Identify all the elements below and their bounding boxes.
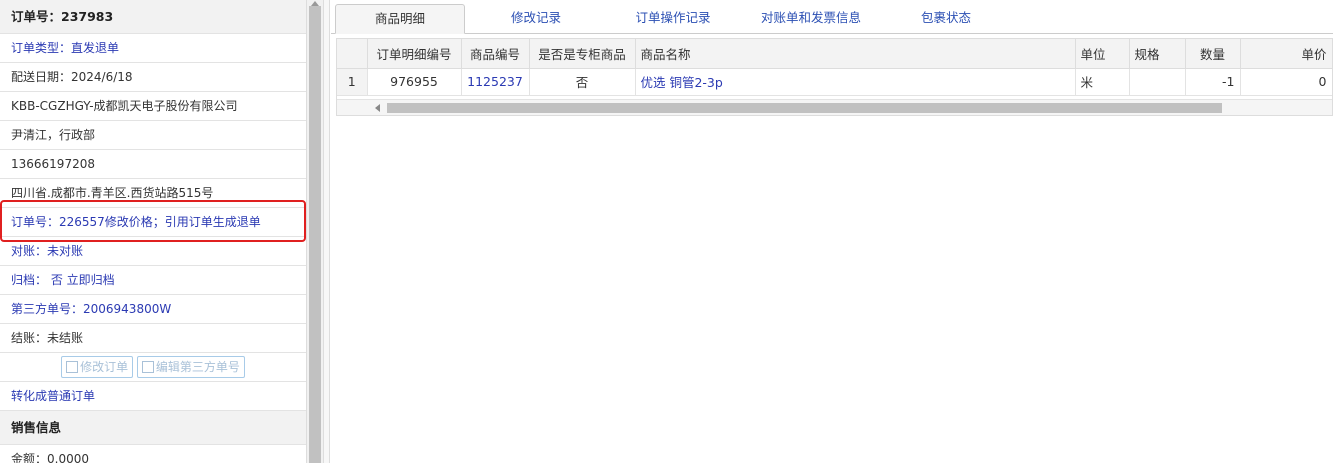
action-buttons: 修改订单 编辑第三方单号 [0, 353, 306, 382]
column-header[interactable]: 商品编号 [461, 39, 530, 69]
is-counter-cell: 否 [529, 68, 636, 96]
customer-name: KBB-CGZHGY-成都凯天电子股份有限公司 [0, 92, 306, 121]
tab-product-details[interactable]: 商品明细 [335, 4, 465, 34]
scrollbar-thumb[interactable] [309, 6, 321, 463]
row-number: 1 [337, 68, 368, 96]
edit-order-button[interactable]: 修改订单 [61, 356, 134, 378]
edit-order-button-label: 修改订单 [80, 360, 129, 374]
third-party-number: 第三方单号：2006943800W [0, 295, 306, 324]
order-type-label: 订单类型： [11, 41, 72, 55]
table-row[interactable]: 1 976955 1125237 否 优选 铜管2-3p 米 -1 0 [337, 68, 1332, 96]
order-type: 订单类型：直发退单 [0, 34, 306, 63]
convert-to-normal-order-link[interactable]: 转化成普通订单 [0, 382, 306, 411]
column-header[interactable]: 数量 [1185, 39, 1241, 69]
vertical-scrollbar[interactable] [307, 0, 323, 463]
horizontal-scrollbar-thumb[interactable] [387, 103, 1222, 113]
product-detail-grid: 订单明细编号 商品编号 是否是专柜商品 商品名称 单位 规格 数量 单价 1 9… [336, 38, 1333, 116]
archive-status[interactable]: 归档： 否 立即归档 [0, 266, 306, 295]
detail-panel: 商品明细 修改记录 订单操作记录 对账单和发票信息 包裹状态 订单明细编号 商品… [331, 0, 1333, 463]
price-cell: 0 [1240, 68, 1332, 96]
detail-no-cell: 976955 [367, 68, 462, 96]
row-number-header [337, 39, 368, 69]
delivery-address: 四川省.成都市.青羊区.西货站路515号 [0, 179, 306, 208]
sales-info-title: 销售信息 [0, 411, 306, 445]
panel-splitter[interactable] [323, 0, 330, 463]
tab-package-status[interactable]: 包裹状态 [896, 4, 996, 34]
tab-modify-records[interactable]: 修改记录 [476, 4, 596, 34]
column-header[interactable]: 单位 [1075, 39, 1130, 69]
spec-cell [1129, 68, 1186, 96]
delivery-date: 配送日期：2024/6/18 [0, 63, 306, 92]
edit-icon [66, 361, 79, 373]
column-header[interactable]: 商品名称 [635, 39, 1076, 69]
column-header[interactable]: 订单明细编号 [367, 39, 462, 69]
edit-icon [141, 361, 154, 373]
column-header[interactable]: 单价 [1240, 39, 1332, 69]
order-info-panel: 订单号：237983 订单类型：直发退单 配送日期：2024/6/18 KBB-… [0, 0, 307, 463]
edit-third-party-button-label: 编辑第三方单号 [155, 360, 240, 374]
edit-third-party-button[interactable]: 编辑第三方单号 [136, 356, 245, 378]
reconcile-status: 对账：未对账 [0, 237, 306, 266]
product-no-link[interactable]: 1125237 [461, 68, 530, 96]
product-name-link[interactable]: 优选 铜管2-3p [635, 68, 1076, 96]
order-number-title: 订单号：237983 [0, 0, 306, 34]
amount: 金额：0.0000 [0, 445, 306, 463]
column-header[interactable]: 是否是专柜商品 [529, 39, 636, 69]
grid-header-row: 订单明细编号 商品编号 是否是专柜商品 商品名称 单位 规格 数量 单价 [337, 39, 1332, 69]
qty-cell: -1 [1185, 68, 1241, 96]
tab-bar: 商品明细 修改记录 订单操作记录 对账单和发票信息 包裹状态 [331, 0, 1333, 34]
order-type-value: 直发退单 [71, 41, 120, 55]
column-header[interactable]: 规格 [1129, 39, 1186, 69]
contact-person: 尹清江，行政部 [0, 121, 306, 150]
horizontal-scrollbar[interactable] [337, 99, 1332, 115]
settle-status: 结账：未结账 [0, 324, 306, 353]
tab-statement-invoice[interactable]: 对账单和发票信息 [741, 4, 881, 34]
order-note: 订单号：226557修改价格；引用订单生成退单 [0, 208, 306, 237]
scroll-left-arrow-icon[interactable] [375, 104, 380, 112]
phone-number: 13666197208 [0, 150, 306, 179]
tab-operation-records[interactable]: 订单操作记录 [613, 4, 733, 34]
unit-cell: 米 [1075, 68, 1130, 96]
